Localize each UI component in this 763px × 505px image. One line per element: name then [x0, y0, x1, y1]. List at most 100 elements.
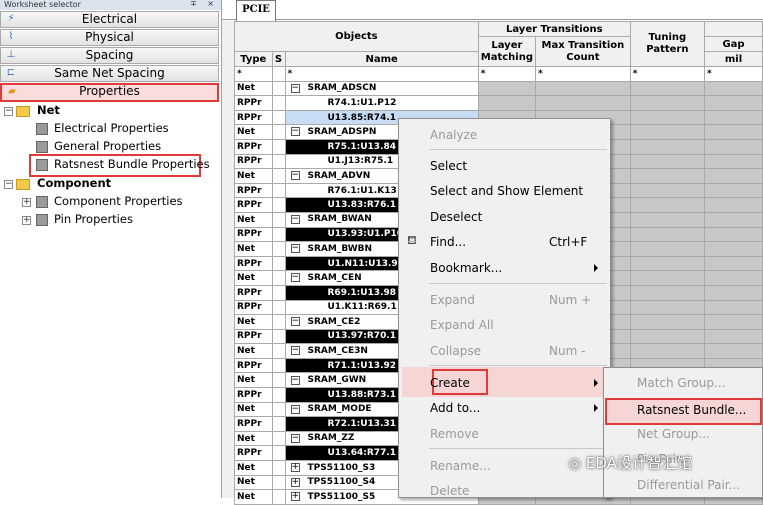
- cell-value[interactable]: [629, 153, 706, 170]
- cell-type[interactable]: Net: [234, 80, 273, 97]
- cell-type[interactable]: RPPr: [234, 153, 273, 170]
- cell-type[interactable]: RPPr: [234, 95, 273, 111]
- cell-value[interactable]: [477, 95, 537, 111]
- cell-value[interactable]: [629, 211, 706, 228]
- cell-s[interactable]: [271, 109, 286, 126]
- cell-s[interactable]: [271, 124, 286, 140]
- table-row[interactable]: RPPr R74.1:U1.P12: [234, 95, 763, 111]
- cell-s[interactable]: [271, 314, 286, 330]
- expand-icon[interactable]: +: [290, 492, 300, 502]
- filter-cell[interactable]: *: [284, 66, 479, 82]
- cell-s[interactable]: [271, 416, 286, 432]
- cell-value[interactable]: [535, 95, 631, 111]
- cell-s[interactable]: [271, 80, 286, 97]
- cell-value[interactable]: [629, 95, 706, 111]
- cell-type[interactable]: Net: [234, 168, 273, 184]
- cell-value[interactable]: [704, 211, 763, 228]
- filter-cell[interactable]: *: [629, 66, 706, 82]
- menu-item-analyze[interactable]: Analyze: [430, 125, 477, 145]
- collapse-icon[interactable]: −: [290, 127, 300, 137]
- tree-item-pin-properties[interactable]: Pin Properties: [54, 211, 133, 228]
- cell-type[interactable]: RPPr: [234, 182, 273, 199]
- collapse-icon[interactable]: −: [290, 346, 300, 356]
- cell-value[interactable]: [629, 80, 706, 97]
- menu-item-net-group[interactable]: Net Group...: [637, 424, 710, 444]
- cell-value[interactable]: [704, 226, 763, 243]
- cell-type[interactable]: Net: [234, 270, 273, 286]
- category-spacing[interactable]: ⊥ Spacing: [0, 47, 219, 64]
- tab-pcie[interactable]: PCIE: [236, 0, 276, 21]
- expand-icon[interactable]: +: [22, 216, 31, 225]
- cell-type[interactable]: RPPr: [234, 284, 273, 301]
- menu-item-collapse[interactable]: Collapse: [430, 341, 481, 361]
- cell-value[interactable]: [704, 241, 763, 257]
- cell-value[interactable]: [704, 328, 763, 345]
- cell-value[interactable]: [704, 270, 763, 286]
- category-properties[interactable]: ▰ Properties: [0, 83, 219, 102]
- cell-value[interactable]: [704, 182, 763, 199]
- cell-value[interactable]: [629, 343, 706, 359]
- cell-value[interactable]: [704, 314, 763, 330]
- filter-cell[interactable]: *: [535, 66, 631, 82]
- cell-value[interactable]: [704, 284, 763, 301]
- menu-item-create[interactable]: Create: [430, 373, 470, 393]
- cell-s[interactable]: [271, 387, 286, 403]
- expand-icon[interactable]: +: [290, 463, 300, 473]
- tree-node-component[interactable]: Component: [37, 175, 111, 192]
- filter-cell[interactable]: *: [477, 66, 537, 82]
- menu-item-expand-all[interactable]: Expand All: [430, 315, 494, 335]
- cell-s[interactable]: [271, 460, 286, 476]
- cell-type[interactable]: RPPr: [234, 138, 273, 155]
- menu-item-match-group[interactable]: Match Group...: [637, 373, 725, 393]
- cell-value[interactable]: [629, 299, 706, 316]
- cell-s[interactable]: [271, 474, 286, 491]
- cell-value[interactable]: [629, 328, 706, 345]
- cell-s[interactable]: [271, 430, 286, 447]
- cell-value[interactable]: [535, 80, 631, 97]
- filter-cell[interactable]: *: [234, 66, 273, 82]
- menu-item-select-and-show-element[interactable]: Select and Show Element: [430, 181, 583, 201]
- collapse-icon[interactable]: −: [290, 273, 300, 283]
- menu-item-find[interactable]: Find...: [430, 232, 466, 252]
- cell-value[interactable]: [629, 255, 706, 272]
- collapse-icon[interactable]: −: [4, 180, 13, 189]
- cell-s[interactable]: [271, 401, 286, 418]
- collapse-icon[interactable]: −: [290, 433, 300, 443]
- cell-value[interactable]: [704, 95, 763, 111]
- cell-value[interactable]: [629, 314, 706, 330]
- cell-type[interactable]: RPPr: [234, 328, 273, 345]
- category-physical[interactable]: ⌇ Physical: [0, 29, 219, 46]
- table-row[interactable]: Net − SRAM_ADSCN: [234, 80, 763, 97]
- cell-s[interactable]: [271, 343, 286, 359]
- category-electrical[interactable]: ⚡ Electrical: [0, 11, 219, 28]
- menu-item-select[interactable]: Select: [430, 156, 467, 176]
- cell-type[interactable]: Net: [234, 474, 273, 491]
- cell-type[interactable]: Net: [234, 314, 273, 330]
- cell-value[interactable]: [629, 182, 706, 199]
- menu-item-expand[interactable]: Expand: [430, 290, 475, 310]
- cell-s[interactable]: [271, 255, 286, 272]
- filter-cell[interactable]: *: [704, 66, 763, 82]
- cell-value[interactable]: [629, 284, 706, 301]
- cell-s[interactable]: [271, 153, 286, 170]
- collapse-icon[interactable]: −: [290, 244, 300, 254]
- collapse-icon[interactable]: −: [290, 404, 300, 414]
- menu-item-differential-pair[interactable]: Differential Pair...: [637, 475, 740, 495]
- cell-s[interactable]: [271, 211, 286, 228]
- cell-value[interactable]: [704, 153, 763, 170]
- cell-name[interactable]: − SRAM_ADSCN: [284, 80, 479, 97]
- cell-s[interactable]: [271, 270, 286, 286]
- cell-type[interactable]: Net: [234, 211, 273, 228]
- collapse-icon[interactable]: −: [290, 214, 300, 224]
- cell-s[interactable]: [271, 168, 286, 184]
- collapse-icon[interactable]: −: [290, 375, 300, 385]
- cell-type[interactable]: Net: [234, 489, 273, 505]
- cell-s[interactable]: [271, 489, 286, 505]
- filter-cell[interactable]: [271, 66, 286, 82]
- cell-type[interactable]: RPPr: [234, 387, 273, 403]
- tree-node-net[interactable]: Net: [37, 102, 60, 119]
- cell-s[interactable]: [271, 284, 286, 301]
- collapse-icon[interactable]: −: [290, 317, 300, 327]
- cell-value[interactable]: [629, 124, 706, 140]
- cell-value[interactable]: [704, 197, 763, 213]
